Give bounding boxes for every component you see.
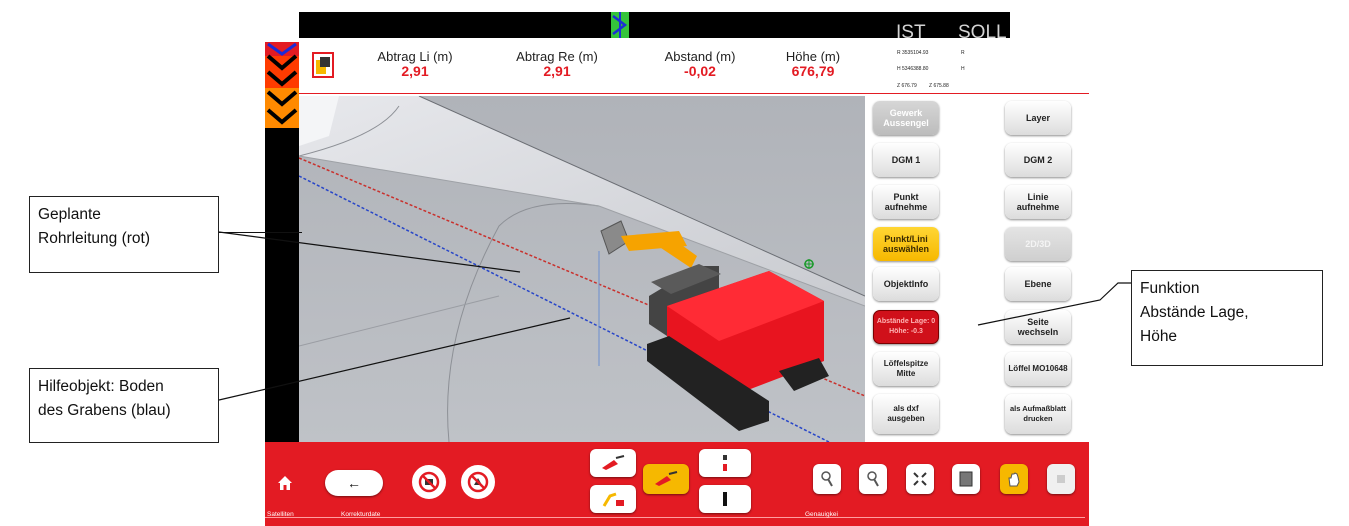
ist-soll-indicator: IST SOLL — [892, 20, 1010, 46]
callout-text: des Grabens (blau) — [38, 402, 171, 419]
coord-r-soll: R — [961, 50, 965, 56]
coord-z-soll: Z 675.88 — [929, 83, 949, 89]
record-point-button[interactable]: Punkt aufnehme — [873, 185, 939, 219]
header-divider — [299, 93, 1089, 94]
callout-text: Geplante — [38, 206, 101, 223]
gewerk-button[interactable]: Gewerk Aussengel — [873, 101, 939, 135]
no-correction-button[interactable] — [461, 465, 495, 499]
callout-distance-function: Funktion Abstände Lage, Höhe — [1131, 270, 1323, 366]
readout-cut-right: Abtrag Re (m) 2,91 — [497, 49, 617, 79]
record-line-button[interactable]: Linie aufnehme — [1005, 185, 1071, 219]
bottom-toolbar: ← — [265, 442, 1089, 526]
tool-icon — [1057, 475, 1065, 483]
readout-label: Höhe (m) — [785, 49, 841, 64]
no-satellite-button[interactable] — [412, 465, 446, 499]
callout-text: Höhe — [1140, 328, 1178, 345]
back-arrow-icon: ← — [347, 475, 361, 491]
left-depth-indicator — [265, 42, 299, 442]
accuracy-label: Genauigkei — [805, 511, 838, 518]
readout-label: Abtrag Li (m) — [377, 49, 453, 64]
leader-line-pipe — [219, 232, 302, 233]
coord-h-soll: H — [961, 66, 965, 72]
bucket-tip-button[interactable]: Löffelspitze Mitte — [873, 352, 939, 386]
readout-distance: Abstand (m) -0,02 — [640, 49, 760, 79]
callout-text: Funktion — [1140, 280, 1200, 297]
distances-button[interactable]: Abstände Lage: 0 Höhe: -0.3 — [873, 310, 939, 344]
callout-ditch-bottom: Hilfeobjekt: Boden des Grabens (blau) — [29, 368, 219, 443]
function-panel: Gewerk Aussengel Layer DGM 1 DGM 2 Punkt… — [865, 96, 1089, 442]
dgm1-button[interactable]: DGM 1 — [873, 143, 939, 177]
ist-soll-divider — [944, 20, 956, 38]
machine-control-app: IST SOLL R 3535104.93 R H 5346388.80 H Z… — [265, 0, 1089, 526]
ist-label: IST — [896, 22, 926, 43]
select-point-line-button[interactable]: Punkt/Lini auswählen — [873, 227, 939, 261]
bucket-mode-button-active[interactable] — [643, 464, 689, 494]
view-side-icon — [723, 492, 727, 506]
switch-side-button[interactable]: Seite wechseln — [1005, 310, 1071, 344]
settings-button[interactable] — [1047, 464, 1075, 494]
readout-value: 2,91 — [543, 63, 571, 79]
gps-status-icon — [611, 12, 629, 38]
bucket-button[interactable]: Löffel MO10648 — [1005, 352, 1071, 386]
coord-r-ist: R 3535104.93 — [897, 50, 929, 56]
zoom-in-button[interactable] — [813, 464, 841, 494]
depth-chevrons-icon — [265, 42, 299, 128]
trench-scene — [299, 96, 865, 442]
callout-planned-pipe: Geplante Rohrleitung (rot) — [29, 196, 219, 273]
toggle-2d-3d-button[interactable]: 2D/3D — [1005, 227, 1071, 261]
callout-text: Hilfeobjekt: Boden — [38, 378, 164, 395]
readout-value: 676,79 — [791, 63, 835, 79]
callout-text: Abstände Lage, — [1140, 304, 1249, 321]
expand-icon — [913, 472, 927, 486]
zoom-in-icon — [821, 471, 833, 487]
readout-label: Abtrag Re (m) — [516, 49, 598, 64]
excavator-arm-icon — [602, 492, 624, 507]
hand-icon — [1008, 472, 1020, 487]
satellites-label: Satelliten — [267, 511, 294, 518]
status-underline — [265, 517, 1085, 518]
readout-height: Höhe (m) 676,79 — [763, 49, 863, 79]
fit-view-button[interactable] — [906, 464, 934, 494]
readout-cut-left: Abtrag Li (m) 2,91 — [355, 49, 475, 79]
grid-icon — [959, 471, 973, 487]
soll-label: SOLL — [958, 22, 1007, 43]
callout-text: Rohrleitung (rot) — [38, 230, 150, 247]
home-icon[interactable] — [277, 475, 293, 491]
print-survey-button[interactable]: als Aufmaßblatt drucken — [1005, 394, 1071, 434]
readout-label: Abstand (m) — [664, 49, 736, 64]
export-dxf-button[interactable]: als dxf ausgeben — [873, 394, 939, 434]
plane-button[interactable]: Ebene — [1005, 267, 1071, 301]
pan-button[interactable] — [1000, 464, 1028, 494]
coord-z-ist: Z 676.79 — [897, 83, 917, 89]
dgm2-button[interactable]: DGM 2 — [1005, 143, 1071, 177]
correction-label: Korrekturdate — [341, 511, 381, 518]
zoom-out-icon — [867, 471, 879, 487]
layer-view-button[interactable] — [952, 464, 980, 494]
view-top-icon — [723, 455, 727, 471]
excavator-arm-icon — [655, 471, 678, 486]
bucket-mode-button-2[interactable] — [590, 485, 636, 513]
3d-view[interactable] — [299, 96, 865, 442]
readout-value: -0,02 — [684, 63, 716, 79]
object-info-button[interactable]: ObjektInfo — [873, 267, 939, 301]
view-top-button[interactable] — [699, 449, 751, 477]
correction-off-icon — [467, 471, 489, 493]
layer-button[interactable]: Layer — [1005, 101, 1071, 135]
zoom-out-button[interactable] — [859, 464, 887, 494]
back-button[interactable]: ← — [325, 470, 383, 496]
coord-h-ist: H 5346388.80 — [897, 66, 929, 72]
app-logo — [312, 52, 334, 78]
readout-value: 2,91 — [401, 63, 429, 79]
view-side-button[interactable] — [699, 485, 751, 513]
bucket-mode-button-1[interactable] — [590, 449, 636, 477]
excavator-arm-icon — [602, 455, 625, 470]
satellite-off-icon — [418, 471, 440, 493]
